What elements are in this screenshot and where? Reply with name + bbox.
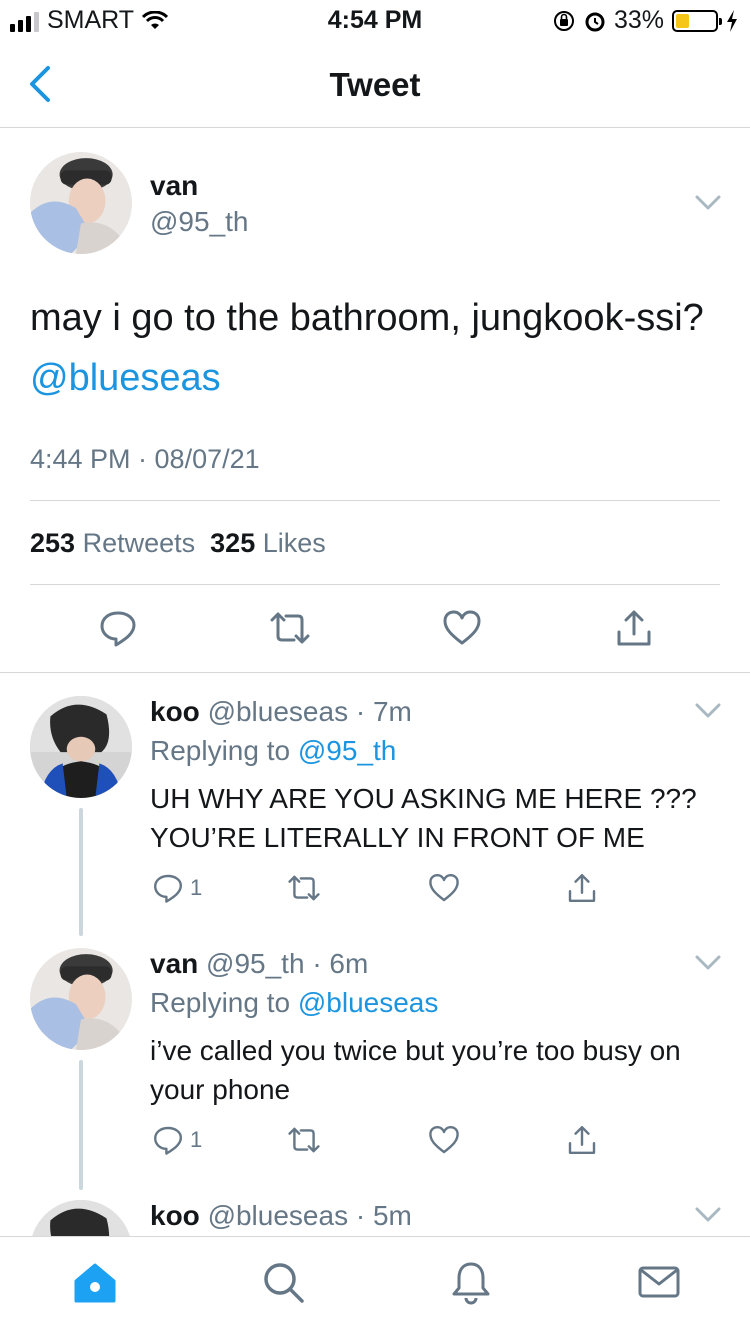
likes-label[interactable]: Likes: [263, 528, 326, 558]
retweets-count[interactable]: 253: [30, 528, 75, 558]
nav-bar: Tweet: [0, 40, 750, 128]
share-icon: [566, 1124, 598, 1156]
retweet-button[interactable]: [268, 608, 312, 648]
notifications-icon[interactable]: [448, 1259, 494, 1305]
reply-author-handle[interactable]: @95_th: [206, 948, 305, 979]
reply-author-handle[interactable]: @blueseas: [208, 1200, 349, 1231]
share-button[interactable]: [614, 608, 654, 648]
reply-author-handle[interactable]: @blueseas: [208, 696, 349, 727]
share-icon: [566, 872, 598, 904]
reply-button[interactable]: 1: [152, 872, 202, 904]
search-icon[interactable]: [260, 1259, 306, 1305]
reply-author-name[interactable]: van: [150, 948, 198, 979]
chevron-down-icon[interactable]: [694, 1206, 722, 1224]
reply-text: UH WHY ARE YOU ASKING ME HERE ??? YOU’RE…: [150, 783, 697, 853]
messages-icon[interactable]: [636, 1259, 682, 1305]
tweet-body: may i go to the bathroom, jungkook-ssi?: [30, 297, 704, 339]
retweet-icon: [268, 608, 312, 648]
replying-label: Replying to: [150, 735, 291, 766]
chevron-down-icon[interactable]: [694, 954, 722, 972]
status-right: 33%: [552, 6, 738, 35]
reply-author-name[interactable]: koo: [150, 696, 200, 727]
home-icon[interactable]: [72, 1259, 118, 1305]
reply-count: 1: [190, 1127, 203, 1152]
reply-header: van @95_th · 6m: [150, 948, 368, 980]
replying-to: Replying to @blueseas: [150, 987, 438, 1019]
alarm-icon: [585, 12, 605, 31]
reply-header: koo @blueseas · 5m: [150, 1200, 412, 1232]
like-button[interactable]: [428, 872, 460, 904]
mention-link[interactable]: @blueseas: [30, 357, 221, 399]
reply-header: koo @blueseas · 7m: [150, 696, 412, 728]
retweet-icon: [286, 872, 322, 904]
reply-button[interactable]: [98, 608, 138, 648]
battery-icon: [672, 9, 722, 32]
chevron-down-icon[interactable]: [694, 702, 722, 720]
likes-count[interactable]: 325: [210, 528, 255, 558]
like-icon: [442, 608, 482, 648]
replying-label: Replying to: [150, 987, 291, 1018]
reply-icon: [98, 608, 138, 648]
replying-mention[interactable]: @blueseas: [298, 987, 439, 1018]
divider: [30, 584, 720, 585]
retweet-button[interactable]: [286, 872, 322, 904]
battery-percent: 33%: [613, 6, 664, 34]
like-icon: [428, 872, 460, 904]
author-name[interactable]: van: [150, 170, 198, 202]
tweet-text: may i go to the bathroom, jungkook-ssi? …: [30, 288, 720, 408]
tweet-stats: 253 Retweets 325 Likes: [30, 528, 326, 559]
thread-line: [79, 808, 83, 936]
reply-button[interactable]: 1: [152, 1124, 202, 1156]
replying-mention[interactable]: @95_th: [298, 735, 397, 766]
charging-icon: [727, 9, 737, 32]
share-button[interactable]: [566, 872, 598, 904]
avatar[interactable]: [30, 152, 132, 254]
avatar[interactable]: [30, 948, 132, 1050]
tweet-timestamp: 4:44 PM · 08/07/21: [30, 444, 260, 474]
like-icon: [428, 1124, 460, 1156]
share-button[interactable]: [566, 1124, 598, 1156]
tab-bar: [0, 1236, 750, 1334]
reply-text: i’ve called you twice but you’re too bus…: [150, 1035, 681, 1105]
reply-count: 1: [190, 875, 203, 900]
share-icon: [614, 608, 654, 648]
reply-time: · 6m: [312, 948, 369, 979]
reply-icon: [152, 1124, 184, 1156]
reply-time: · 7m: [355, 696, 412, 727]
thread-line: [79, 1060, 83, 1190]
like-button[interactable]: [428, 1124, 460, 1156]
retweet-button[interactable]: [286, 1124, 322, 1156]
retweets-label[interactable]: Retweets: [83, 528, 196, 558]
retweet-icon: [286, 1124, 322, 1156]
chevron-down-icon[interactable]: [694, 194, 722, 212]
reply-author-name[interactable]: koo: [150, 1200, 200, 1231]
orientation-lock-icon: [553, 10, 574, 31]
reply-time: · 5m: [355, 1200, 412, 1231]
replying-to: Replying to @95_th: [150, 735, 396, 767]
divider: [30, 500, 720, 501]
page-title: Tweet: [329, 66, 421, 103]
avatar[interactable]: [30, 696, 132, 798]
like-button[interactable]: [442, 608, 482, 648]
section-divider: [0, 672, 750, 673]
author-handle[interactable]: @95_th: [150, 206, 249, 238]
reply-icon: [152, 872, 184, 904]
status-bar: SMART 4:54 PM 33%: [0, 0, 750, 40]
